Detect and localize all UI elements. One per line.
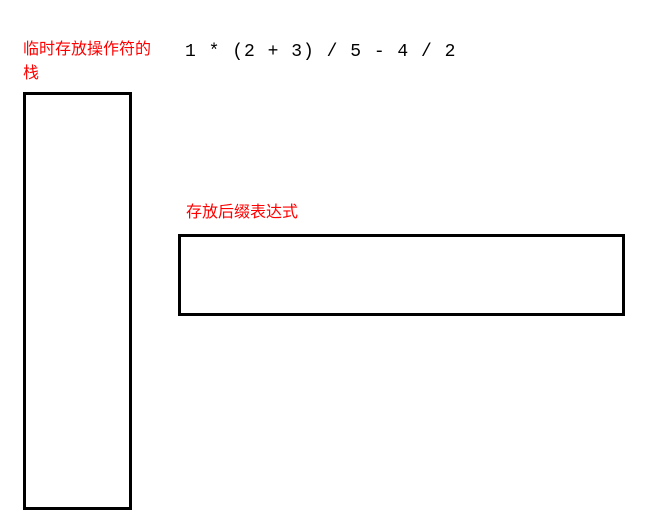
postfix-output-box [178, 234, 625, 316]
operator-stack-box [23, 92, 132, 510]
postfix-output-label: 存放后缀表达式 [186, 198, 298, 222]
operator-stack-label: 临时存放操作符的栈 [23, 38, 158, 86]
infix-expression: 1 * (2 + 3) / 5 - 4 / 2 [185, 42, 456, 62]
